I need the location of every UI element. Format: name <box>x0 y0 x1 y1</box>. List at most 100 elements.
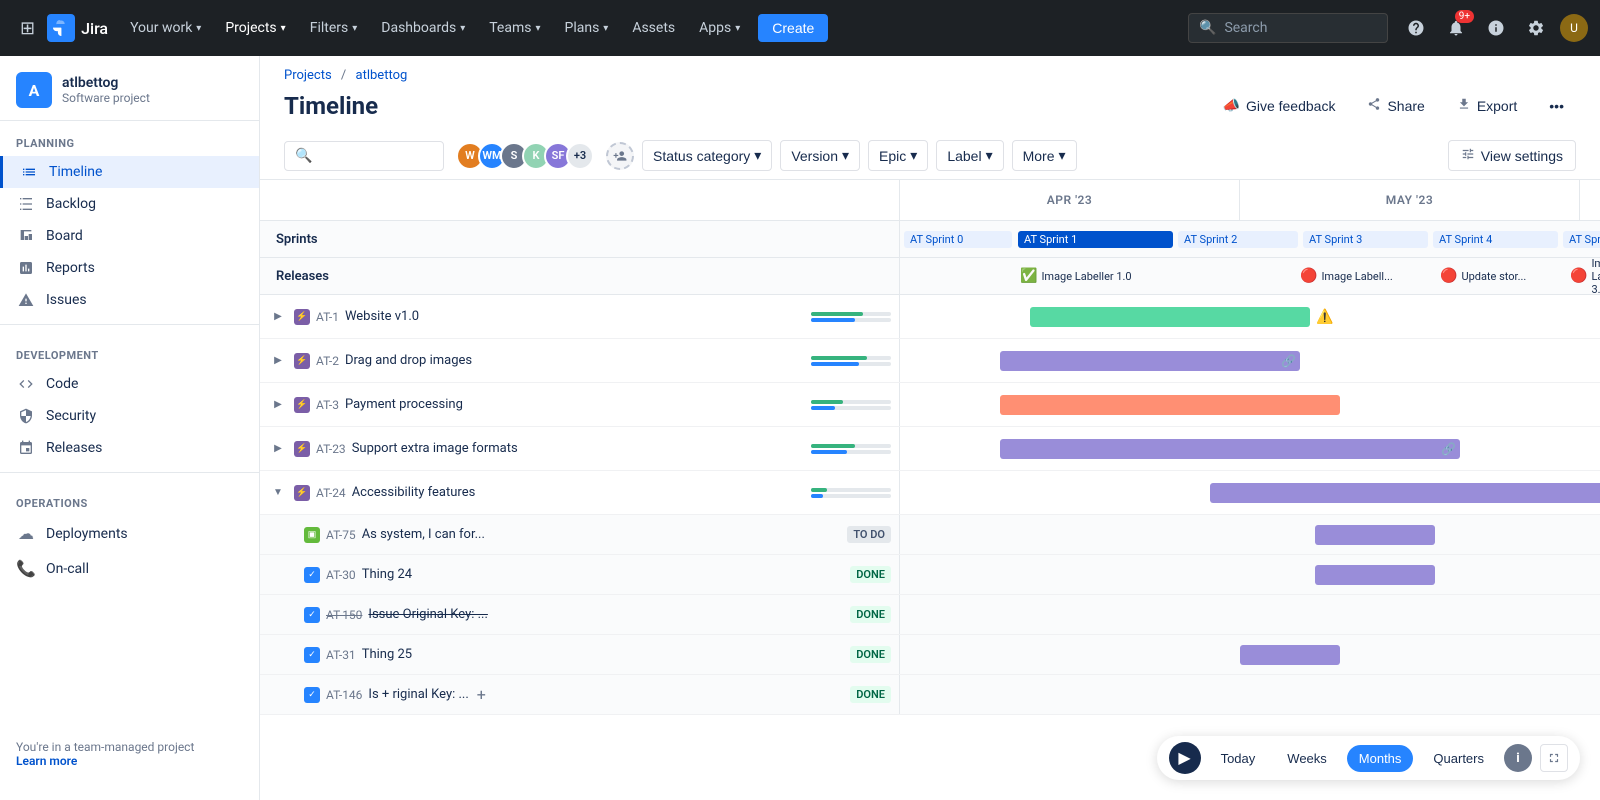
sidebar-item-releases[interactable]: Releases <box>0 432 259 464</box>
avatar-count[interactable]: +3 <box>566 142 594 170</box>
release-3[interactable]: 🔴 Update stor... <box>1440 268 1526 284</box>
chevron-icon: ▾ <box>735 23 740 34</box>
help-circle-icon[interactable] <box>1400 12 1432 44</box>
weeks-button[interactable]: Weeks <box>1275 745 1339 772</box>
nav-filters[interactable]: Filters ▾ <box>300 14 368 42</box>
sidebar-item-reports[interactable]: Reports <box>0 252 259 284</box>
issue-name-at31[interactable]: Thing 25 <box>362 647 412 662</box>
sidebar-item-code[interactable]: Code <box>0 368 259 400</box>
nav-assets[interactable]: Assets <box>622 14 685 42</box>
sprint-5[interactable]: AT Sprint 5 <box>1563 231 1600 248</box>
project-name: atlbettog <box>62 75 150 91</box>
view-settings-button[interactable]: View settings <box>1448 140 1576 171</box>
issue-name-at1[interactable]: Website v1.0 <box>345 309 419 324</box>
timeline-search[interactable]: 🔍 <box>284 141 444 171</box>
more-button[interactable]: ••• <box>1537 92 1576 120</box>
sidebar-item-deployments[interactable]: ☁ Deployments <box>0 516 259 551</box>
sidebar-item-security[interactable]: Security <box>0 400 259 432</box>
months-button[interactable]: Months <box>1347 745 1414 772</box>
help-icon[interactable] <box>1480 12 1512 44</box>
ops-section-title: OPERATIONS <box>0 481 259 516</box>
gantt-bar-at2[interactable]: 🔗 <box>1000 351 1300 371</box>
issue-name-at146[interactable]: Is + riginal Key: ... <box>368 687 468 702</box>
gantt-bar-at31[interactable] <box>1240 645 1340 665</box>
issue-name-at2[interactable]: Drag and drop images <box>345 353 472 368</box>
sprint-4[interactable]: AT Sprint 4 <box>1433 231 1558 248</box>
search-bar[interactable]: 🔍 Search <box>1188 13 1388 43</box>
issue-name-at23[interactable]: Support extra image formats <box>352 441 518 456</box>
nav-plans[interactable]: Plans ▾ <box>554 14 618 42</box>
version-filter[interactable]: Version ▾ <box>780 140 860 171</box>
sprint-3[interactable]: AT Sprint 3 <box>1303 231 1428 248</box>
give-feedback-button[interactable]: 📣 Give feedback <box>1211 91 1348 120</box>
nav-dashboards[interactable]: Dashboards ▾ <box>371 14 475 42</box>
share-button[interactable]: Share <box>1355 91 1436 120</box>
month-jun: JUN '23 <box>1580 180 1600 220</box>
notifications-icon[interactable]: 9+ <box>1440 12 1472 44</box>
settings-icon[interactable] <box>1520 12 1552 44</box>
search-input[interactable] <box>318 148 398 164</box>
issue-row-at1: ▶ ⚡ AT-1 Website v1.0 ⚠️ <box>260 295 1600 339</box>
sprint-2[interactable]: AT Sprint 2 <box>1178 231 1298 248</box>
child-row-at30: ✓ AT-30 Thing 24 DONE <box>260 555 1600 595</box>
nav-teams[interactable]: Teams ▾ <box>479 14 550 42</box>
sprint-1[interactable]: AT Sprint 1 <box>1018 231 1173 248</box>
learn-more-link[interactable]: Learn more <box>16 754 77 768</box>
sprints-label: Sprints <box>260 221 900 257</box>
nav-projects[interactable]: Projects ▾ <box>215 14 295 42</box>
expand-at24[interactable]: ▼ <box>268 483 288 503</box>
issue-name-at3[interactable]: Payment processing <box>345 397 463 412</box>
page-actions: 📣 Give feedback Share Export ••• <box>1211 91 1576 120</box>
jira-logo[interactable]: Jira <box>47 14 108 42</box>
expand-fullscreen-button[interactable] <box>1540 744 1568 772</box>
release-1[interactable]: ✅ Image Labeller 1.0 <box>1020 268 1132 284</box>
sidebar-item-timeline[interactable]: Timeline <box>0 156 259 188</box>
prev-nav-button[interactable]: ▶ <box>1169 742 1201 774</box>
label-filter[interactable]: Label ▾ <box>936 140 1003 171</box>
today-button[interactable]: Today <box>1209 745 1268 772</box>
gantt-bar-at75[interactable] <box>1315 525 1435 545</box>
nav-your-work[interactable]: Your work ▾ <box>120 14 211 42</box>
sidebar-item-on-call[interactable]: 📞 On-call <box>0 551 259 586</box>
issue-name-at24[interactable]: Accessibility features <box>352 485 476 500</box>
user-avatar[interactable]: U <box>1560 14 1588 42</box>
sidebar-item-backlog[interactable]: Backlog <box>0 188 259 220</box>
epic-filter[interactable]: Epic ▾ <box>868 140 928 171</box>
sprint-0[interactable]: AT Sprint 0 <box>904 231 1012 248</box>
export-button[interactable]: Export <box>1445 91 1529 120</box>
issue-name-at150[interactable]: Issue Original Key: ... <box>368 607 487 622</box>
child-row-at146: ✓ AT-146 Is + riginal Key: ... + DONE <box>260 675 1600 715</box>
gantt-bar-at30[interactable] <box>1315 565 1435 585</box>
chevron-icon: ▾ <box>603 23 608 34</box>
sidebar-item-board[interactable]: Board <box>0 220 259 252</box>
status-at31: DONE <box>850 646 891 663</box>
gantt-bar-at3[interactable] <box>1000 395 1340 415</box>
issue-name-at30[interactable]: Thing 24 <box>362 567 412 582</box>
expand-at3[interactable]: ▶ <box>268 395 288 415</box>
expand-at23[interactable]: ▶ <box>268 439 288 459</box>
sidebar-item-issues[interactable]: Issues <box>0 284 259 316</box>
create-button[interactable]: Create <box>758 14 828 42</box>
search-icon: 🔍 <box>1199 20 1216 36</box>
status-category-filter[interactable]: Status category ▾ <box>642 140 772 171</box>
breadcrumb-projects[interactable]: Projects <box>284 68 332 83</box>
chevron-icon: ▾ <box>281 23 286 34</box>
add-assignee-button[interactable] <box>606 142 634 170</box>
info-button[interactable]: i <box>1504 744 1532 772</box>
nav-apps[interactable]: Apps ▾ <box>689 14 750 42</box>
expand-at1[interactable]: ▶ <box>268 307 288 327</box>
more-filter[interactable]: More ▾ <box>1012 140 1077 171</box>
expand-at2[interactable]: ▶ <box>268 351 288 371</box>
gantt-bar-at23[interactable]: 🔗 <box>1000 439 1460 459</box>
release-2[interactable]: 🔴 Image Labell... <box>1300 268 1393 284</box>
release-4[interactable]: 🔴 Image Labeller 3.0 <box>1570 258 1600 294</box>
breadcrumb-project-name[interactable]: atlbettog <box>356 68 408 83</box>
grid-icon[interactable]: ⊞ <box>12 10 43 47</box>
gantt-bar-at24[interactable] <box>1210 483 1600 503</box>
issue-name-at75[interactable]: As system, I can for... <box>362 527 485 542</box>
issue-row-at3: ▶ ⚡ AT-3 Payment processing <box>260 383 1600 427</box>
gantt-bar-at1[interactable] <box>1030 307 1310 327</box>
on-call-icon: 📞 <box>16 559 36 578</box>
security-icon <box>16 408 36 424</box>
quarters-button[interactable]: Quarters <box>1421 745 1496 772</box>
